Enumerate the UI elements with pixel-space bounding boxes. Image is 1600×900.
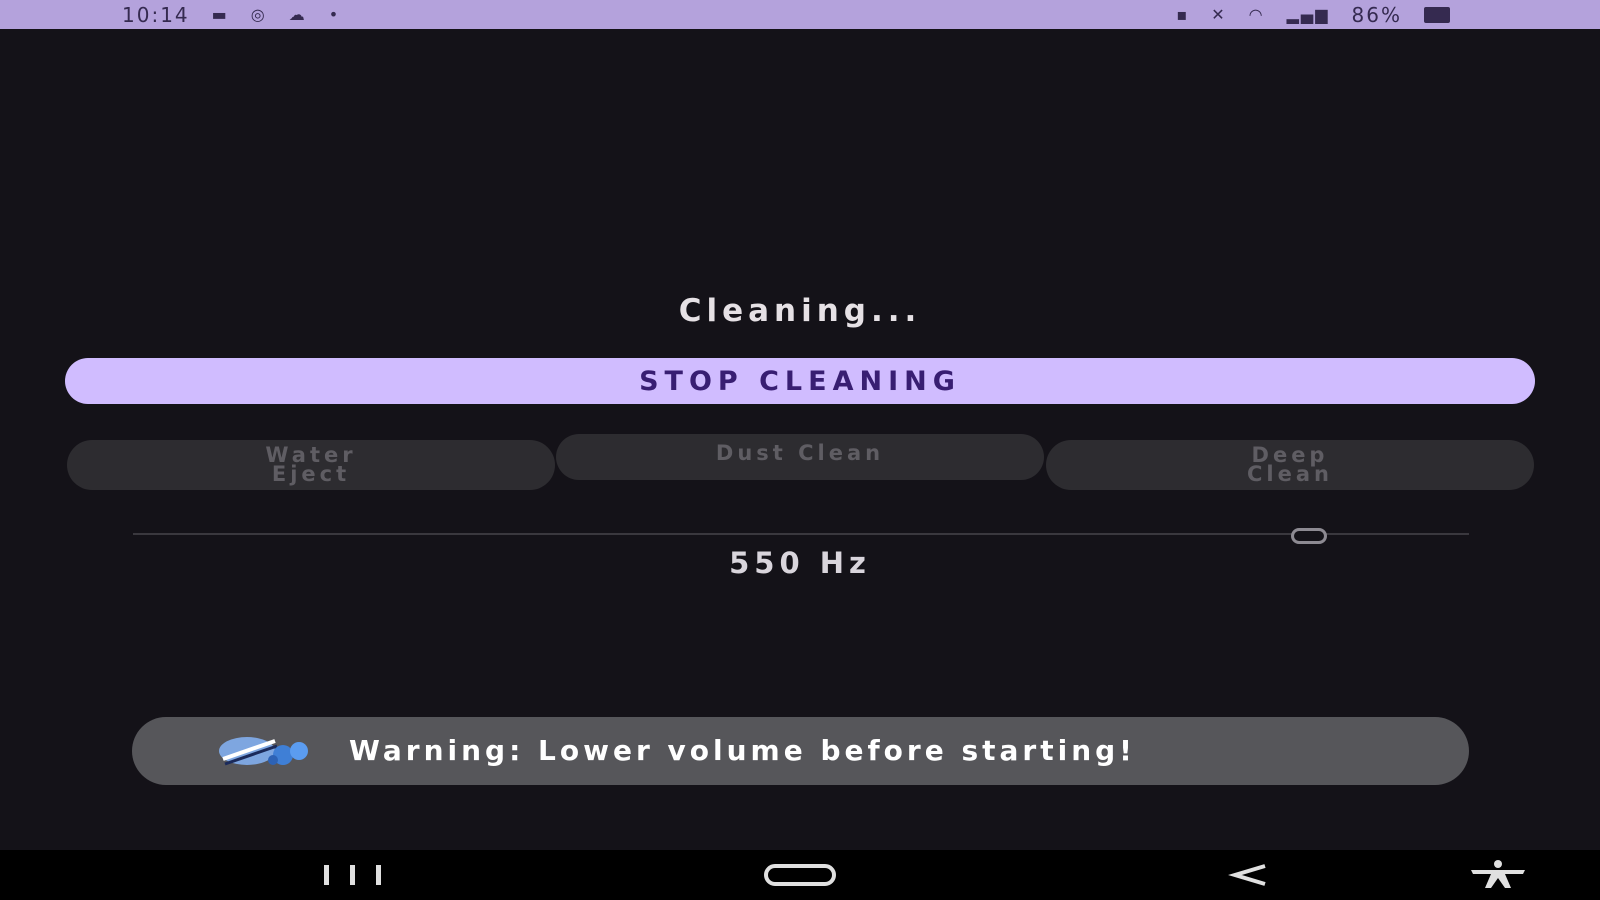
- back-icon[interactable]: [1225, 858, 1275, 892]
- cleaning-status: Cleaning...: [678, 293, 922, 329]
- water-drops-icon: [219, 737, 308, 766]
- slider-thumb[interactable]: [1290, 528, 1327, 544]
- slider-track: [133, 533, 1469, 535]
- status-bar: 10:14 ▬ ◎ ☁ • ▪ ✕ ◠ ▂▄▆ 86%: [0, 0, 1600, 29]
- warning-banner: Warning: Lower volume before starting!: [132, 717, 1469, 785]
- frequency-label: 550 Hz: [729, 546, 871, 580]
- dust-clean-button[interactable]: Dust Clean: [556, 434, 1044, 480]
- recents-icon[interactable]: [318, 858, 388, 892]
- navigation-bar: [0, 850, 1600, 900]
- signal-icon: ▂▄▆: [1286, 4, 1330, 24]
- water-eject-button[interactable]: Water Eject: [67, 440, 555, 490]
- accessibility-icon[interactable]: [1465, 858, 1531, 892]
- home-icon[interactable]: [762, 858, 838, 892]
- dot-icon: •: [328, 4, 341, 24]
- water-eject-label: Water Eject: [265, 443, 357, 486]
- status-time: 10:14: [122, 2, 190, 27]
- at-sign-icon: ◎: [250, 4, 267, 24]
- mute-icon: ✕: [1211, 4, 1227, 24]
- alarm-icon: ▪: [1176, 4, 1190, 24]
- status-bar-right: ▪ ✕ ◠ ▂▄▆ 86%: [1176, 3, 1450, 27]
- frequency-slider[interactable]: [133, 522, 1469, 546]
- gallery-icon: ▬: [211, 4, 229, 24]
- stop-cleaning-button[interactable]: STOP CLEANING: [65, 358, 1535, 404]
- deep-clean-button[interactable]: Deep Clean: [1046, 440, 1534, 490]
- battery-percent: 86%: [1351, 2, 1402, 27]
- wifi-icon: ◠: [1248, 4, 1265, 24]
- dust-clean-label: Dust Clean: [715, 441, 885, 465]
- status-bar-left: 10:14 ▬ ◎ ☁ •: [122, 3, 340, 27]
- battery-icon: [1424, 6, 1450, 23]
- deep-clean-label: Deep Clean: [1247, 443, 1333, 486]
- warning-text: Warning: Lower volume before starting!: [349, 734, 1136, 767]
- app-screen: 10:14 ▬ ◎ ☁ • ▪ ✕ ◠ ▂▄▆ 86% Cleaning... …: [0, 0, 1600, 900]
- cloud-icon: ☁: [288, 4, 307, 24]
